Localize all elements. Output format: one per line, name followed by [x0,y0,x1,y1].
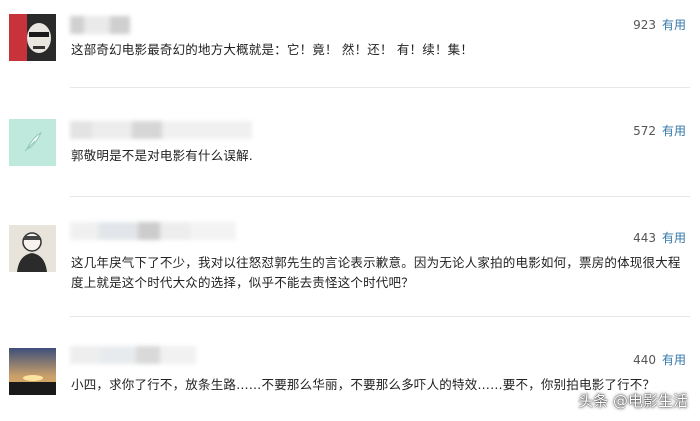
vote-count: 572 有用 [633,122,686,139]
watermark: 头条 @电影生活 [578,392,688,410]
username-blurred[interactable] [70,222,236,240]
divider [70,316,690,317]
user-avatar[interactable] [9,14,56,61]
user-avatar[interactable] [9,348,56,395]
vote-number: 923 [633,18,656,32]
username-blurred[interactable] [70,16,130,34]
vote-number: 572 [633,124,656,138]
sketch-person-icon [9,225,56,272]
comment-text: 郭敬明是不是对电影有什么误解. [71,148,253,163]
sunset-landscape-icon [9,348,56,395]
user-avatar[interactable] [9,225,56,272]
username-blurred[interactable] [70,121,252,139]
useful-button[interactable]: 有用 [662,231,686,245]
username-blurred[interactable] [70,346,196,364]
useful-button[interactable]: 有用 [662,353,686,367]
divider [70,196,690,197]
comment-text: 这几年戾气下了不少，我对以往怒怼郭先生的言论表示歉意。因为无论人家拍的电影如何，… [71,255,681,290]
vote-number: 440 [633,353,656,367]
useful-button[interactable]: 有用 [662,124,686,138]
vote-count: 923 有用 [633,16,686,33]
comment-text: 这部奇幻电影最奇幻的地方大概就是：它！竟！ 然！还！ 有！续！集！ [71,42,474,57]
user-avatar[interactable] [9,119,56,166]
masked-portrait-icon [9,14,56,61]
vote-number: 443 [633,231,656,245]
divider [70,87,690,88]
vote-count: 443 有用 [633,229,686,246]
feather-icon [9,119,56,166]
vote-count: 440 有用 [633,351,686,368]
useful-button[interactable]: 有用 [662,18,686,32]
